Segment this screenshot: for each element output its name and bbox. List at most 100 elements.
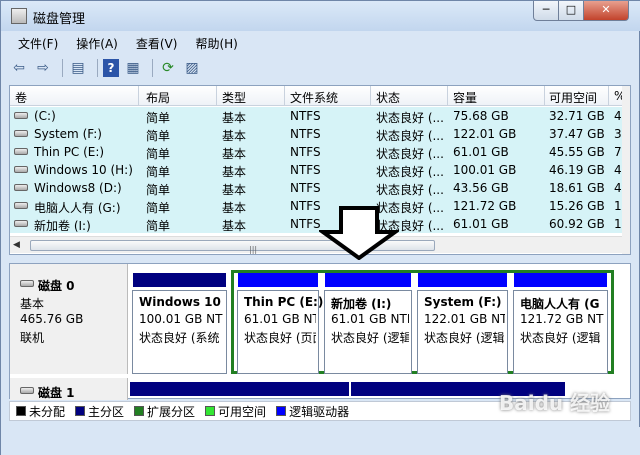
column-divider[interactable] xyxy=(370,86,371,106)
partition-status: 状态良好 (逻辑 xyxy=(520,331,601,345)
drive-icon xyxy=(14,112,28,119)
legend-label: 未分配 xyxy=(29,404,66,419)
volume-name: Windows8 (D:) xyxy=(34,181,122,195)
column-type[interactable]: 类型 xyxy=(222,89,246,106)
show-hide-tree-icon[interactable]: ▤ xyxy=(68,58,88,78)
column-divider[interactable] xyxy=(544,86,545,106)
menu-bar: 文件(F) 操作(A) 查看(V) 帮助(H) xyxy=(9,33,247,53)
status-bar xyxy=(1,427,640,455)
disk-graphical-view: 磁盘 0 基本 465.76 GB 联机 Windows 10 100.01 G… xyxy=(9,263,631,400)
partition-status: 状态良好 (逻辑 xyxy=(331,331,409,345)
legend-swatch xyxy=(205,406,216,416)
volume-layout: 简单 xyxy=(146,183,171,197)
volume-row[interactable]: Windows8 (D:) 简单 基本 NTFS 状态良好 (... 43.56… xyxy=(10,179,624,197)
legend-item: 未分配 xyxy=(16,403,65,420)
legend-swatch xyxy=(134,406,145,416)
maximize-button[interactable]: □ xyxy=(558,1,584,21)
column-free-space[interactable]: 可用空间 xyxy=(549,89,597,106)
partition-size: 121.72 GB NT xyxy=(520,312,604,326)
volume-capacity: 61.01 GB xyxy=(453,217,509,231)
column-capacity[interactable]: 容量 xyxy=(453,89,477,106)
drive-icon xyxy=(14,166,28,173)
primary-partition-bar xyxy=(133,273,226,287)
column-layout[interactable]: 布局 xyxy=(146,89,170,106)
column-status[interactable]: 状态 xyxy=(376,89,400,106)
volume-capacity: 122.01 GB xyxy=(453,127,517,141)
volume-type: 基本 xyxy=(222,147,247,161)
volume-list-horizontal-scrollbar[interactable]: ◀ ||| xyxy=(10,236,622,254)
toolbar: ⇦ ⇨ ▤ ? ▦ ⟳ ▨ xyxy=(9,57,206,79)
column-volume[interactable]: 卷 xyxy=(15,89,27,106)
legend-item: 可用空间 xyxy=(205,403,266,420)
close-button[interactable]: ✕ xyxy=(583,1,629,21)
partition-size: 122.01 GB NT xyxy=(424,312,505,326)
menu-help[interactable]: 帮助(H) xyxy=(186,33,246,53)
volume-name: Windows 10 (H:) xyxy=(34,163,133,177)
volume-row[interactable]: 新加卷 (I:) 简单 基本 NTFS 状态良好 (... 61.01 GB 6… xyxy=(10,215,624,233)
partition-thinpc[interactable]: Thin PC (E:) 61.01 GB NT 状态良好 (页面 xyxy=(237,273,323,374)
disk-icon xyxy=(20,387,34,394)
volume-row[interactable]: 电脑人人有 (G:) 简单 基本 NTFS 状态良好 (... 121.72 G… xyxy=(10,197,624,215)
volume-row[interactable]: Thin PC (E:) 简单 基本 NTFS 状态良好 (... 61.01 … xyxy=(10,143,624,161)
volume-status: 状态良好 (... xyxy=(376,147,444,161)
volume-free-space: 15.26 GB xyxy=(549,199,605,213)
partition-status: 状态良好 (系统 xyxy=(139,331,220,345)
volume-name: 电脑人人有 (G:) xyxy=(34,201,121,215)
volume-capacity: 75.68 GB xyxy=(453,109,509,123)
menu-action[interactable]: 操作(A) xyxy=(67,33,127,53)
volume-row[interactable]: Windows 10 (H:) 简单 基本 NTFS 状态良好 (... 100… xyxy=(10,161,624,179)
partition-diannao[interactable]: 电脑人人有 (G 121.72 GB NT 状态良好 (逻辑 xyxy=(513,273,608,374)
legend-swatch xyxy=(16,406,26,416)
partition-name: 电脑人人有 (G xyxy=(520,297,600,311)
volume-free-space: 45.55 GB xyxy=(549,145,605,159)
forward-arrow-icon[interactable]: ⇨ xyxy=(33,58,53,78)
primary-partition-bar[interactable] xyxy=(130,382,349,396)
disk-0-type: 基本 xyxy=(20,297,45,311)
rescan-disks-icon[interactable]: ▨ xyxy=(182,58,202,78)
volume-row[interactable]: System (F:) 简单 基本 NTFS 状态良好 (... 122.01 … xyxy=(10,125,624,143)
volume-row[interactable]: (C:) 简单 基本 NTFS 状态良好 (... 75.68 GB 32.71… xyxy=(10,107,624,125)
volume-type: 基本 xyxy=(222,165,247,179)
help-icon[interactable]: ? xyxy=(103,59,119,77)
disk-0-name: 磁盘 0 xyxy=(38,279,75,293)
partition-size: 100.01 GB NT xyxy=(139,312,223,326)
column-divider[interactable] xyxy=(447,86,448,106)
volume-type: 基本 xyxy=(222,111,247,125)
volume-free-space: 32.71 GB xyxy=(549,109,605,123)
legend-label: 扩展分区 xyxy=(147,404,196,419)
partition-windows10[interactable]: Windows 10 100.01 GB NT 状态良好 (系统 xyxy=(132,273,227,374)
column-divider[interactable] xyxy=(216,86,217,106)
volume-list-vertical-scrollbar[interactable] xyxy=(622,86,630,254)
volume-type: 基本 xyxy=(222,183,247,197)
properties-icon[interactable]: ▦ xyxy=(123,58,143,78)
logical-drive-bar xyxy=(325,273,411,287)
volume-filesystem: NTFS xyxy=(290,145,321,159)
partition-name: 新加卷 (I:) xyxy=(331,297,392,311)
partition-status: 状态良好 (逻辑 xyxy=(424,331,505,345)
drive-icon xyxy=(14,148,28,155)
volume-type: 基本 xyxy=(222,201,247,215)
logical-drive-bar xyxy=(514,273,607,287)
column-filesystem[interactable]: 文件系统 xyxy=(290,89,338,106)
menu-view[interactable]: 查看(V) xyxy=(127,33,187,53)
column-divider[interactable] xyxy=(608,86,609,106)
menu-file[interactable]: 文件(F) xyxy=(9,33,67,53)
volume-free-space: 18.61 GB xyxy=(549,181,605,195)
refresh-icon[interactable]: ⟳ xyxy=(158,58,178,78)
partition-system[interactable]: System (F:) 122.01 GB NT 状态良好 (逻辑 xyxy=(417,273,508,374)
volume-type: 基本 xyxy=(222,219,247,233)
minimize-button[interactable]: ─ xyxy=(533,1,559,21)
scroll-left-icon[interactable]: ◀ xyxy=(13,240,20,250)
disk-management-app-icon xyxy=(11,8,27,24)
column-divider[interactable] xyxy=(284,86,285,106)
column-divider[interactable] xyxy=(138,86,139,106)
partition-new-volume[interactable]: 新加卷 (I:) 61.01 GB NTF 状态良好 (逻辑 xyxy=(324,273,412,374)
back-arrow-icon[interactable]: ⇦ xyxy=(9,58,29,78)
partition-status: 状态良好 (页面 xyxy=(244,331,316,345)
disk-0-info[interactable]: 磁盘 0 基本 465.76 GB 联机 xyxy=(10,264,128,374)
disk-1-info[interactable]: 磁盘 1 xyxy=(10,378,128,400)
volume-filesystem: NTFS xyxy=(290,181,321,195)
volume-filesystem: NTFS xyxy=(290,127,321,141)
disk-0-state: 联机 xyxy=(20,331,45,345)
volume-capacity: 100.01 GB xyxy=(453,163,517,177)
